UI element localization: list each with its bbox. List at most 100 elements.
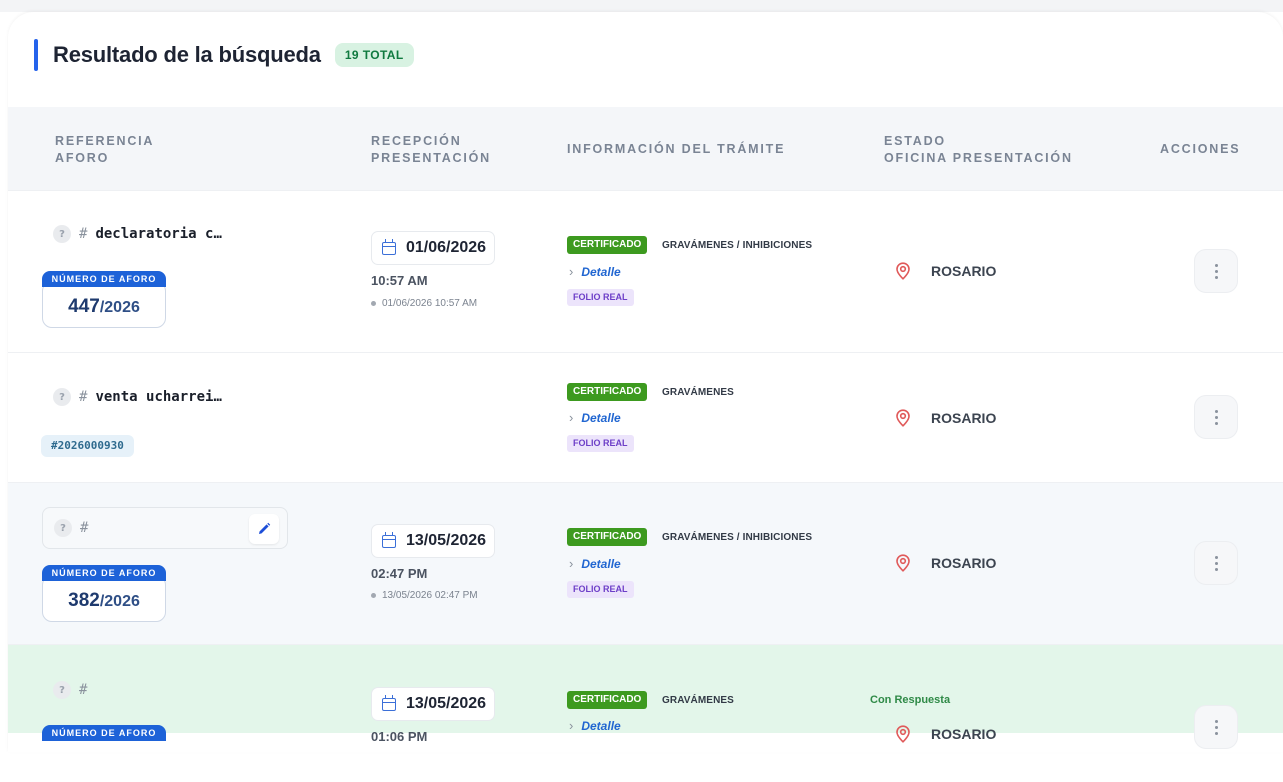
reception-time: 10:57 AM — [371, 273, 428, 288]
oficina-text: ROSARIO — [931, 410, 997, 426]
detalle-link[interactable]: › Detalle — [569, 410, 621, 425]
detalle-link[interactable]: › Detalle — [569, 264, 621, 279]
calendar-icon — [382, 531, 396, 548]
calendar-icon — [382, 238, 396, 255]
row-actions-button[interactable] — [1194, 541, 1238, 585]
reception-date: 01/06/2026 — [371, 231, 495, 265]
col-informacion: INFORMACIÓN DEL TRÁMITE — [567, 142, 786, 156]
aforo-value-box: 447/2026 — [42, 281, 166, 328]
title-accent-bar — [34, 39, 38, 71]
col-estado-line1: ESTADO — [884, 134, 946, 148]
certificado-tag: CERTIFICADO — [567, 691, 648, 709]
col-acciones: ACCIONES — [1160, 142, 1241, 156]
calendar-icon — [382, 694, 396, 711]
aforo-value-box: 382/2026 — [42, 575, 166, 622]
detalle-link[interactable]: › Detalle — [569, 556, 621, 571]
detalle-label: Detalle — [581, 556, 621, 571]
table-row[interactable]: ? # venta ucharrei… #2026000930 CERTIFIC… — [8, 352, 1283, 482]
chevron-right-icon: › — [569, 264, 574, 279]
aforo-year: /2026 — [99, 299, 140, 316]
certificado-tag: CERTIFICADO — [567, 528, 648, 546]
location-pin-icon — [896, 725, 910, 743]
reference-edit-box[interactable]: ? # — [42, 507, 288, 549]
col-referencia-line2: AFORO — [55, 151, 110, 165]
help-icon[interactable]: ? — [53, 388, 71, 406]
aforo-label: NÚMERO DE AFORO — [42, 565, 166, 581]
row-actions-button[interactable] — [1194, 705, 1238, 749]
tramite-type: GRAVÁMENES / INHIBICIONES — [662, 240, 813, 251]
reception-time: 02:47 PM — [371, 566, 428, 581]
tramite-type: GRAVÁMENES — [662, 695, 734, 706]
table-header: REFERENCIA AFORO RECEPCIÓN PRESENTACIÓN … — [8, 107, 1283, 190]
oficina-text: ROSARIO — [931, 555, 997, 571]
table-row[interactable]: ? # NÚMERO DE AFORO 13/05/2026 01:06 PM … — [8, 644, 1283, 749]
detalle-label: Detalle — [581, 718, 621, 733]
certificado-tag: CERTIFICADO — [567, 383, 648, 401]
row-actions-button[interactable] — [1194, 249, 1238, 293]
results-header: Resultado de la búsqueda 19 TOTAL — [34, 38, 414, 72]
aforo-number: 382 — [68, 590, 100, 611]
reception-date-text: 13/05/2026 — [406, 532, 487, 549]
reference-text: venta ucharrei… — [95, 389, 222, 405]
certificado-tag: CERTIFICADO — [567, 236, 648, 254]
edit-pencil-icon — [259, 522, 271, 534]
oficina: ROSARIO — [895, 725, 996, 743]
presentation-datetime: 01/06/2026 10:57 AM — [371, 298, 477, 309]
col-estado-line2: OFICINA PRESENTACIÓN — [884, 151, 1073, 165]
reception-date-text: 13/05/2026 — [406, 695, 487, 712]
row-actions-button[interactable] — [1194, 395, 1238, 439]
page-title: Resultado de la búsqueda — [53, 42, 321, 67]
oficina: ROSARIO — [895, 262, 996, 280]
chevron-right-icon: › — [569, 556, 574, 571]
chevron-right-icon: › — [569, 718, 574, 733]
oficina-text: ROSARIO — [931, 726, 997, 742]
help-icon[interactable]: ? — [53, 681, 71, 699]
reception-date: 13/05/2026 — [371, 687, 495, 721]
reception-date-text: 01/06/2026 — [406, 239, 487, 256]
aforo-box: 447/2026 NÚMERO DE AFORO — [42, 271, 166, 328]
kebab-menu-icon — [1214, 409, 1218, 425]
hash-symbol: # — [79, 226, 88, 242]
aforo-year: /2026 — [99, 593, 140, 610]
reference-line: ? # declaratoria c… — [53, 225, 222, 243]
hash-symbol: # — [79, 682, 88, 698]
location-pin-icon — [896, 409, 910, 427]
help-icon[interactable]: ? — [54, 519, 72, 537]
col-recepcion-line2: PRESENTACIÓN — [371, 151, 491, 165]
location-pin-icon — [896, 262, 910, 280]
aforo-number: 447 — [68, 296, 100, 317]
aforo-label: NÚMERO DE AFORO — [42, 725, 166, 741]
dot-icon — [371, 301, 376, 306]
col-referencia: REFERENCIA AFORO — [55, 133, 154, 167]
reception-time: 01:06 PM — [371, 729, 428, 744]
help-icon[interactable]: ? — [53, 225, 71, 243]
kebab-menu-icon — [1214, 719, 1218, 735]
tramite-type: GRAVÁMENES — [662, 387, 734, 398]
col-recepcion-line1: RECEPCIÓN — [371, 134, 462, 148]
edit-reference-button[interactable] — [249, 514, 279, 544]
presentation-datetime: 13/05/2026 02:47 PM — [371, 590, 478, 601]
reference-text: declaratoria c… — [95, 226, 222, 242]
folio-real-tag: FOLIO REAL — [567, 581, 634, 598]
kebab-menu-icon — [1214, 263, 1218, 279]
table-row[interactable]: ? # 382/2026 NÚMERO DE AFORO 13/05/2026 … — [8, 482, 1283, 644]
reference-line: ? # — [54, 519, 96, 537]
oficina: ROSARIO — [895, 409, 996, 427]
reference-number-chip: #2026000930 — [41, 435, 134, 457]
table-row[interactable]: ? # declaratoria c… 447/2026 NÚMERO DE A… — [8, 190, 1283, 352]
detalle-link[interactable]: › Detalle — [569, 718, 621, 733]
hash-symbol: # — [79, 389, 88, 405]
kebab-menu-icon — [1214, 555, 1218, 571]
oficina-text: ROSARIO — [931, 263, 997, 279]
reference-line: ? # — [53, 681, 95, 699]
dot-icon — [371, 593, 376, 598]
top-bar — [0, 0, 1283, 12]
tramite-type: GRAVÁMENES / INHIBICIONES — [662, 532, 813, 543]
aforo-box: 382/2026 NÚMERO DE AFORO — [42, 565, 166, 622]
reference-line: ? # venta ucharrei… — [53, 388, 222, 406]
detalle-label: Detalle — [581, 264, 621, 279]
total-badge: 19 TOTAL — [334, 43, 414, 67]
aforo-box: NÚMERO DE AFORO — [42, 725, 166, 782]
folio-real-tag: FOLIO REAL — [567, 289, 634, 306]
aforo-label: NÚMERO DE AFORO — [42, 271, 166, 287]
